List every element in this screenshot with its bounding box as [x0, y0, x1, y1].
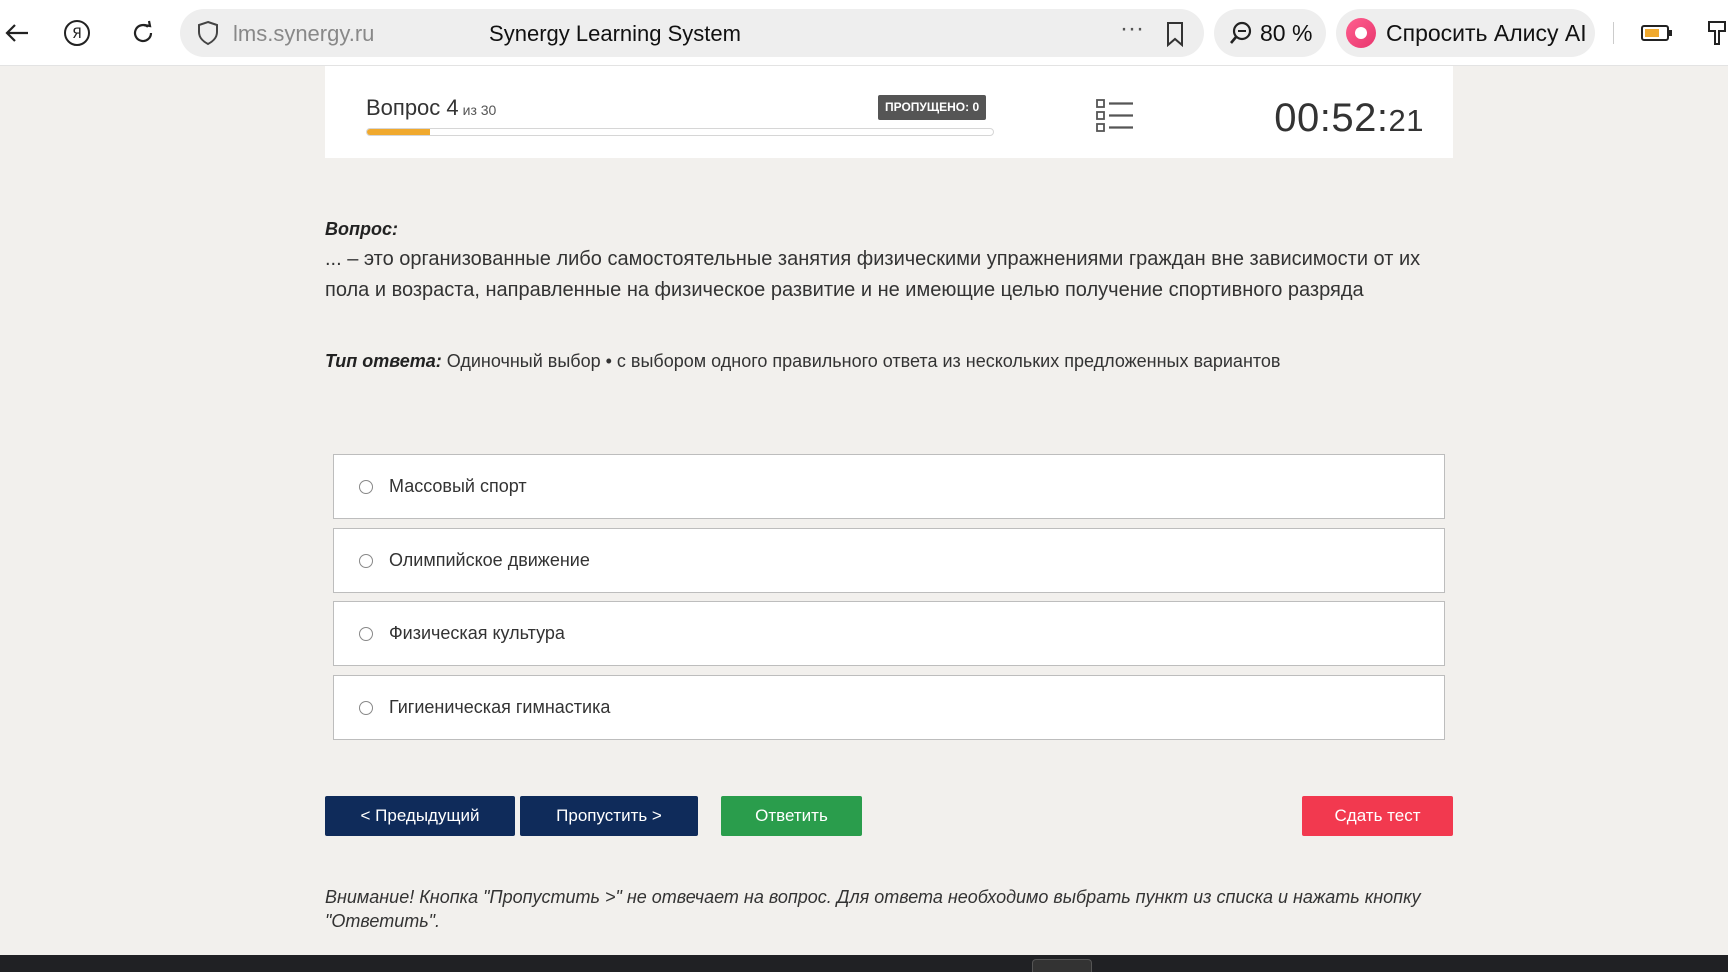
back-arrow-icon[interactable]: [0, 16, 34, 50]
more-icon[interactable]: ···: [1120, 15, 1144, 43]
reload-icon[interactable]: [126, 16, 160, 50]
question-total: из 30: [462, 102, 497, 118]
skipped-badge: ПРОПУЩЕНО: 0: [878, 95, 987, 120]
option-label: Гигиеническая гимнастика: [389, 697, 611, 717]
answer-option[interactable]: Олимпийское движение: [333, 528, 1445, 593]
option-label: Массовый спорт: [389, 476, 527, 496]
radio-button[interactable]: [359, 479, 373, 494]
answer-button[interactable]: Ответить: [721, 796, 862, 836]
question-text: ... – это организованные либо самостояте…: [325, 248, 1421, 301]
zoom-icon: [1228, 20, 1254, 46]
toolbar-divider: [1613, 22, 1614, 44]
quiz-status-panel: Вопрос 4 из 30 ПРОПУЩЕНО: 0 00:52:21: [325, 66, 1453, 158]
countdown-timer: 00:52:21: [1274, 96, 1424, 141]
svg-text:Я: Я: [72, 26, 82, 42]
answer-type-value: Одиночный выбор • с выбором одного прави…: [441, 351, 1281, 371]
radio-button[interactable]: [359, 700, 373, 715]
yandex-icon[interactable]: Я: [60, 16, 94, 50]
progress-bar: [366, 128, 994, 136]
answer-type: Тип ответа: Одиночный выбор • с выбором …: [325, 351, 1281, 372]
question-counter: Вопрос 4 из 30: [366, 95, 496, 121]
zoom-level: 80 %: [1260, 19, 1313, 46]
radio-button[interactable]: [359, 553, 373, 568]
option-label: Олимпийское движение: [389, 550, 590, 570]
question-number: Вопрос 4: [366, 95, 459, 120]
previous-button[interactable]: < Предыдущий: [325, 796, 515, 836]
radio-button[interactable]: [359, 626, 373, 641]
answer-option[interactable]: Массовый спорт: [333, 454, 1445, 519]
option-label: Физическая культура: [389, 623, 565, 643]
alice-icon: [1346, 18, 1376, 48]
warning-note: Внимание! Кнопка "Пропустить >" не отвеч…: [325, 887, 1421, 931]
timer-main: 00:52:: [1274, 96, 1389, 140]
timer-seconds: 21: [1388, 103, 1424, 138]
ask-alice-button[interactable]: Спросить Алису AI: [1336, 9, 1595, 57]
browser-toolbar: Я lms.synergy.ru Synergy Learning System…: [0, 0, 1728, 66]
zoom-button[interactable]: 80 %: [1214, 9, 1326, 57]
bookmark-icon[interactable]: [1165, 21, 1185, 52]
page-title: Synergy Learning System: [489, 21, 741, 46]
taskbar: [0, 955, 1728, 972]
question-heading: Вопрос:: [325, 219, 398, 239]
taskbar-item[interactable]: [1032, 959, 1092, 972]
submit-test-button[interactable]: Сдать тест: [1302, 796, 1453, 836]
answer-option[interactable]: Физическая культура: [333, 601, 1445, 666]
address-bar[interactable]: lms.synergy.ru Synergy Learning System ·…: [180, 9, 1204, 57]
battery-icon[interactable]: [1640, 16, 1674, 50]
progress-fill: [367, 129, 430, 135]
answer-option[interactable]: Гигиеническая гимнастика: [333, 675, 1445, 740]
extension-icon[interactable]: [1700, 16, 1728, 50]
answer-type-label: Тип ответа:: [325, 351, 442, 371]
ask-alice-label: Спросить Алису AI: [1386, 19, 1587, 46]
question-list-icon[interactable]: [1095, 98, 1135, 134]
skip-button[interactable]: Пропустить >: [520, 796, 698, 836]
